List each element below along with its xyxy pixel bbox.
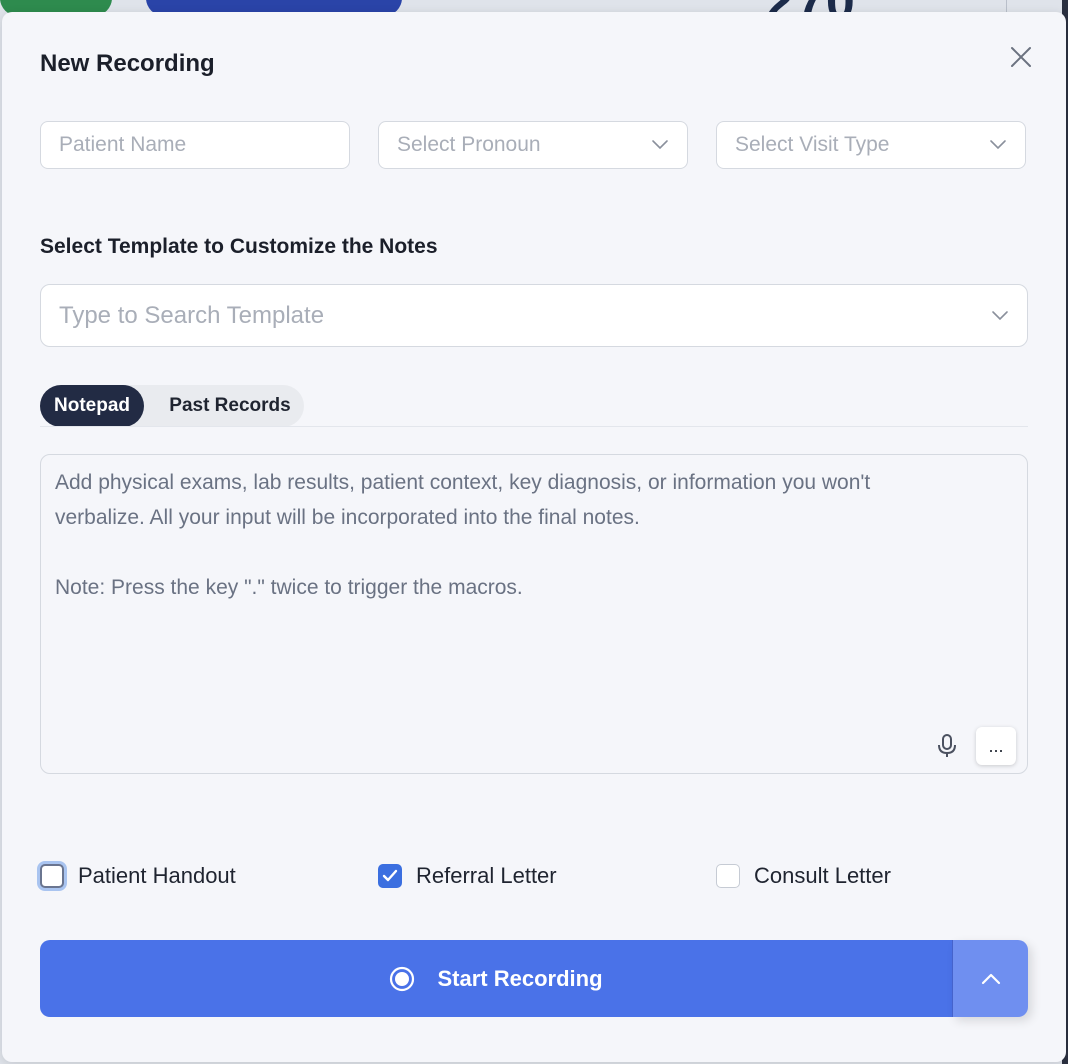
more-options-button[interactable]: ... (976, 727, 1016, 765)
notes-tabs: Notepad Past Records (40, 385, 304, 427)
visit-type-placeholder: Select Visit Type (735, 133, 890, 156)
notepad-placeholder-line: verbalize. All your input will be incorp… (55, 506, 640, 529)
tab-past-records[interactable]: Past Records (156, 385, 304, 427)
start-recording-label: Start Recording (437, 965, 603, 991)
notepad-placeholder-line: Add physical exams, lab results, patient… (55, 471, 871, 494)
consult-letter-option[interactable]: Consult Letter (716, 860, 891, 892)
close-icon[interactable] (1008, 44, 1034, 70)
chevron-down-icon (990, 140, 1006, 150)
patient-handout-option[interactable]: Patient Handout (40, 860, 236, 892)
tabs-divider (40, 426, 1028, 427)
patient-name-placeholder: Patient Name (59, 133, 187, 156)
patient-handout-checkbox[interactable] (40, 864, 64, 888)
new-recording-modal: New Recording Patient Name Select Pronou… (2, 12, 1066, 1062)
consult-letter-checkbox[interactable] (716, 864, 740, 888)
chevron-up-icon (981, 973, 1000, 984)
visit-type-select[interactable]: Select Visit Type (716, 121, 1026, 169)
patient-handout-label: Patient Handout (78, 863, 236, 888)
expand-options-button[interactable] (952, 940, 1028, 1017)
modal-title: New Recording (40, 50, 215, 77)
notepad-macro-note: Note: Press the key "." twice to trigger… (55, 576, 523, 599)
tab-notepad[interactable]: Notepad (40, 385, 144, 427)
record-icon (390, 966, 415, 991)
template-section-label: Select Template to Customize the Notes (40, 235, 438, 258)
patient-name-input[interactable]: Patient Name (40, 121, 350, 169)
microphone-icon[interactable] (928, 727, 966, 765)
referral-letter-checkbox[interactable] (378, 864, 402, 888)
consult-letter-label: Consult Letter (754, 863, 891, 888)
referral-letter-option[interactable]: Referral Letter (378, 860, 557, 892)
pronoun-placeholder: Select Pronoun (397, 133, 541, 156)
check-icon (382, 869, 398, 882)
template-search-input[interactable]: Type to Search Template (40, 284, 1028, 347)
notepad-textarea[interactable]: Add physical exams, lab results, patient… (40, 454, 1028, 774)
chevron-down-icon (652, 140, 668, 150)
start-recording-button[interactable]: Start Recording (40, 940, 952, 1017)
pronoun-select[interactable]: Select Pronoun (378, 121, 688, 169)
referral-letter-label: Referral Letter (416, 863, 557, 888)
chevron-down-icon (992, 311, 1008, 321)
template-search-placeholder: Type to Search Template (59, 301, 325, 329)
